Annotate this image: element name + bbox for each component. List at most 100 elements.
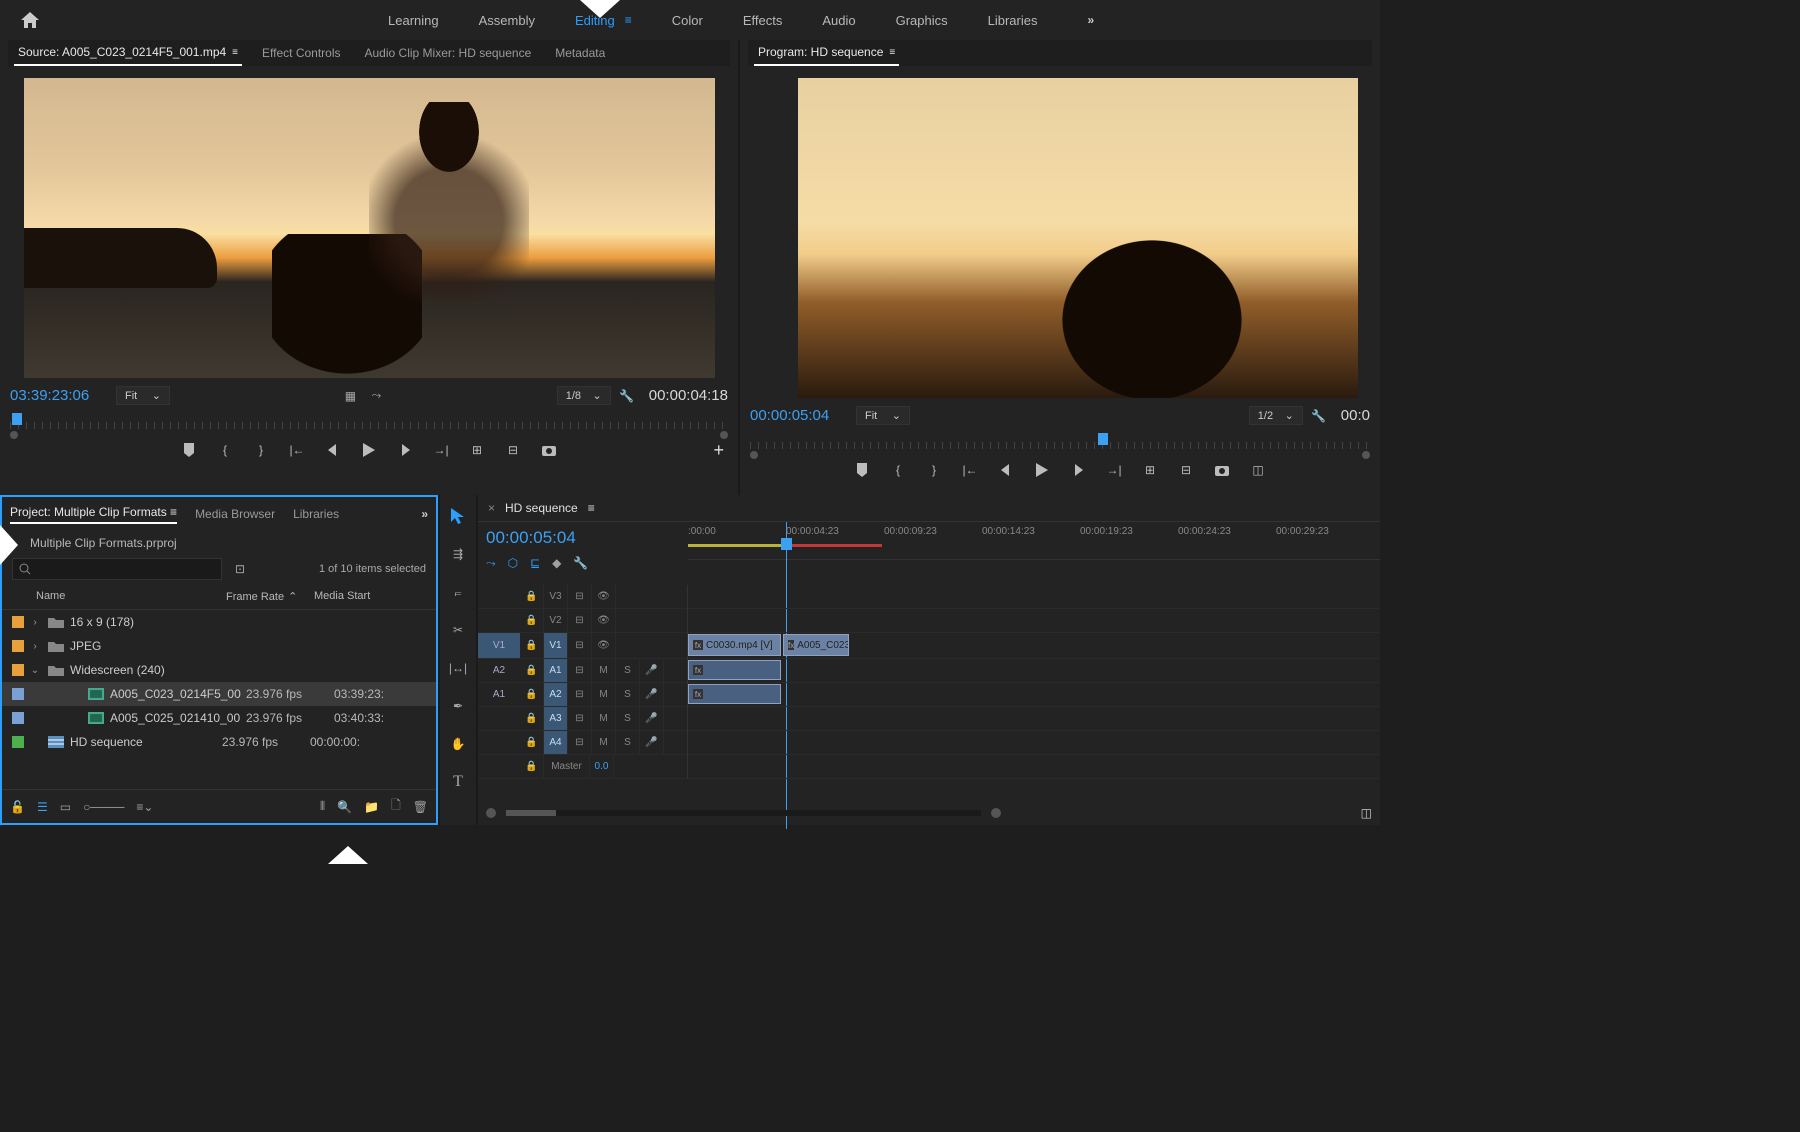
razor-tool-icon[interactable]: ✂ xyxy=(447,619,469,641)
snap-icon[interactable]: ⤳ xyxy=(486,556,496,571)
workspace-effects[interactable]: Effects xyxy=(743,7,783,34)
mark-in-icon[interactable]: { xyxy=(216,441,234,459)
timeline-ruler[interactable]: :00:0000:00:04:2300:00:09:2300:00:14:230… xyxy=(688,522,1380,560)
lock-icon[interactable]: 🔒 xyxy=(520,731,544,754)
insert-icon[interactable]: ⊞ xyxy=(468,441,486,459)
go-to-out-icon[interactable]: →| xyxy=(1105,461,1123,479)
step-back-icon[interactable] xyxy=(324,441,342,459)
voice-over-icon[interactable]: 🎤 xyxy=(640,683,664,706)
timeline-toggle-icon[interactable]: ◫ xyxy=(1361,806,1372,820)
list-view-icon[interactable]: ☰ xyxy=(37,800,48,814)
project-tab-project[interactable]: Project: Multiple Clip Formats ≡ xyxy=(10,503,177,524)
program-settings-icon[interactable]: 🔧 xyxy=(1309,408,1329,424)
marker-icon[interactable] xyxy=(853,461,871,479)
program-playhead[interactable] xyxy=(1098,433,1108,445)
button-editor-icon[interactable]: + xyxy=(713,440,724,461)
play-icon[interactable] xyxy=(360,441,378,459)
col-header-name[interactable]: Name xyxy=(36,590,226,603)
type-tool-icon[interactable]: T xyxy=(447,771,469,793)
linked-selection-icon[interactable]: ⬡ xyxy=(508,556,518,571)
expand-chevron-icon[interactable]: ⌄ xyxy=(28,665,42,676)
sync-lock-icon[interactable]: ⊟ xyxy=(568,633,592,658)
track-lane-a1[interactable]: fx xyxy=(688,659,1380,683)
sync-lock-icon[interactable]: ⊟ xyxy=(568,683,592,706)
extract-icon[interactable]: ⊟ xyxy=(1177,461,1195,479)
voice-over-icon[interactable]: 🎤 xyxy=(640,659,664,682)
trash-icon[interactable]: 🗑 xyxy=(413,800,428,814)
mark-out-icon[interactable]: } xyxy=(925,461,943,479)
marker-icon[interactable] xyxy=(180,441,198,459)
play-icon[interactable] xyxy=(1033,461,1051,479)
add-marker-icon[interactable]: ⊑ xyxy=(530,556,540,571)
col-header-mediastart[interactable]: Media Start xyxy=(314,590,386,603)
track-target[interactable]: A4 xyxy=(544,731,568,754)
track-target[interactable]: A2 xyxy=(544,683,568,706)
solo-icon[interactable]: S xyxy=(616,659,640,682)
expand-chevron-icon[interactable]: › xyxy=(28,617,42,628)
toggle-output-icon[interactable]: 👁 xyxy=(592,609,616,632)
sync-lock-icon[interactable]: ⊟ xyxy=(568,585,592,608)
icon-view-icon[interactable]: ▭ xyxy=(60,800,71,814)
program-preview[interactable] xyxy=(798,78,1358,398)
home-icon[interactable] xyxy=(18,8,42,32)
src-patch-a2[interactable]: A2 xyxy=(478,659,520,683)
solo-icon[interactable]: S xyxy=(616,683,640,706)
workspace-learning[interactable]: Learning xyxy=(388,7,439,34)
lift-icon[interactable]: ⊞ xyxy=(1141,461,1159,479)
project-row[interactable]: ›16 x 9 (178) xyxy=(2,610,436,634)
mute-icon[interactable]: M xyxy=(592,659,616,682)
source-tab-effect-controls[interactable]: Effect Controls xyxy=(258,41,344,65)
project-row[interactable]: A005_C025_021410_0023.976 fps03:40:33: xyxy=(2,706,436,730)
project-tab-libraries[interactable]: Libraries xyxy=(293,505,339,523)
lock-icon[interactable]: 🔒 xyxy=(520,755,544,778)
lock-icon[interactable]: 🔒 xyxy=(520,585,544,608)
timeline-tab[interactable]: ×HD sequence ≡ xyxy=(478,495,1380,522)
workspace-menu-icon[interactable]: ≡ xyxy=(625,13,632,27)
track-target[interactable]: V3 xyxy=(544,585,568,608)
source-insert-icon[interactable]: ⤳ xyxy=(366,388,386,404)
voice-over-icon[interactable]: 🎤 xyxy=(640,707,664,730)
video-clip[interactable]: fxA005_C023 xyxy=(783,634,849,656)
track-target[interactable]: A3 xyxy=(544,707,568,730)
source-safe-margins-icon[interactable]: ▦ xyxy=(340,388,360,404)
audio-clip[interactable]: fx xyxy=(688,684,781,704)
source-fit-select[interactable]: Fit⌄ xyxy=(116,386,170,405)
workspace-overflow[interactable]: » xyxy=(1087,13,1096,27)
video-clip[interactable]: fxC0030.mp4 [V] xyxy=(688,634,781,656)
sync-lock-icon[interactable]: ⊟ xyxy=(568,659,592,682)
source-scrubber[interactable] xyxy=(10,413,728,435)
overwrite-icon[interactable]: ⊟ xyxy=(504,441,522,459)
export-frame-icon[interactable] xyxy=(1213,461,1231,479)
expand-chevron-icon[interactable]: › xyxy=(28,641,42,652)
source-tab-metadata[interactable]: Metadata xyxy=(551,41,609,65)
automate-icon[interactable]: ⦀ xyxy=(320,799,325,814)
source-timecode-left[interactable]: 03:39:23:06 xyxy=(10,387,110,404)
timeline-clip-area[interactable]: fxC0030.mp4 [V]fxA005_C023fxfx xyxy=(688,585,1380,779)
track-lane-v3[interactable] xyxy=(688,585,1380,609)
mute-icon[interactable]: M xyxy=(592,731,616,754)
track-lane-master[interactable] xyxy=(688,755,1380,779)
lock-icon[interactable]: 🔒 xyxy=(520,609,544,632)
new-item-icon[interactable]: 🗋 xyxy=(391,796,401,817)
step-forward-icon[interactable] xyxy=(396,441,414,459)
program-timecode-left[interactable]: 00:00:05:04 xyxy=(750,407,850,424)
track-target[interactable]: V2 xyxy=(544,609,568,632)
sync-lock-icon[interactable]: ⊟ xyxy=(568,731,592,754)
mark-in-icon[interactable]: { xyxy=(889,461,907,479)
src-patch-a1[interactable]: A1 xyxy=(478,683,520,707)
project-overflow[interactable]: » xyxy=(421,507,428,521)
step-forward-icon[interactable] xyxy=(1069,461,1087,479)
lock-icon[interactable]: 🔓 xyxy=(10,800,25,814)
ripple-edit-tool-icon[interactable]: ⫭ xyxy=(447,581,469,603)
track-target[interactable]: A1 xyxy=(544,659,568,682)
project-row[interactable]: ⌄Widescreen (240) xyxy=(2,658,436,682)
toggle-output-icon[interactable]: 👁 xyxy=(592,585,616,608)
new-bin-icon[interactable]: 📁 xyxy=(364,800,379,814)
export-frame-icon[interactable] xyxy=(540,441,558,459)
mute-icon[interactable]: M xyxy=(592,683,616,706)
new-bin-from-search-icon[interactable]: ⊡ xyxy=(230,561,250,577)
source-preview[interactable] xyxy=(24,78,715,378)
source-tab-source[interactable]: Source: A005_C023_0214F5_001.mp4 ≡ xyxy=(14,40,242,66)
lock-icon[interactable]: 🔒 xyxy=(520,707,544,730)
source-tab-audio-mixer[interactable]: Audio Clip Mixer: HD sequence xyxy=(361,41,536,65)
